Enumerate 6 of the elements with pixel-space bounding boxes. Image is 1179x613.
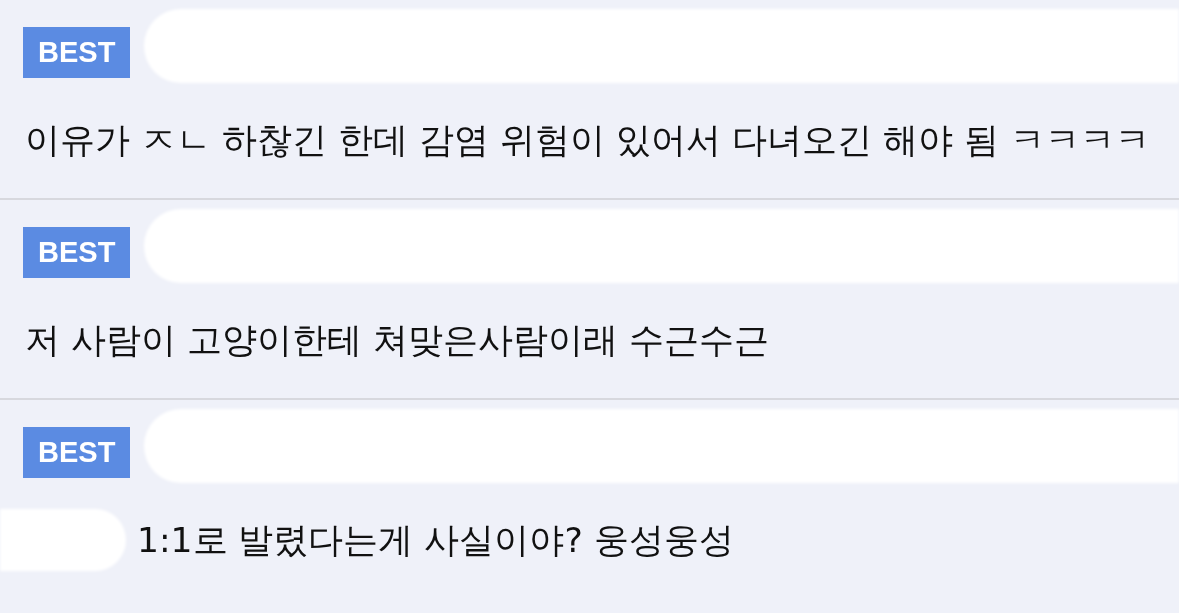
best-badge: BEST	[23, 27, 131, 78]
comment-text: 1:1로 발렸다는게 사실이야? 웅성웅성	[137, 519, 734, 562]
best-badge: BEST	[23, 427, 131, 478]
comment-text: 이유가 ㅈㄴ 하찮긴 한데 감염 위험이 있어서 다녀오긴 해야 됨 ㅋㅋㅋㅋ	[25, 119, 1150, 162]
comment-text: 저 사람이 고양이한테 쳐맞은사람이래 수근수근	[25, 319, 769, 362]
best-badge: BEST	[23, 227, 131, 278]
